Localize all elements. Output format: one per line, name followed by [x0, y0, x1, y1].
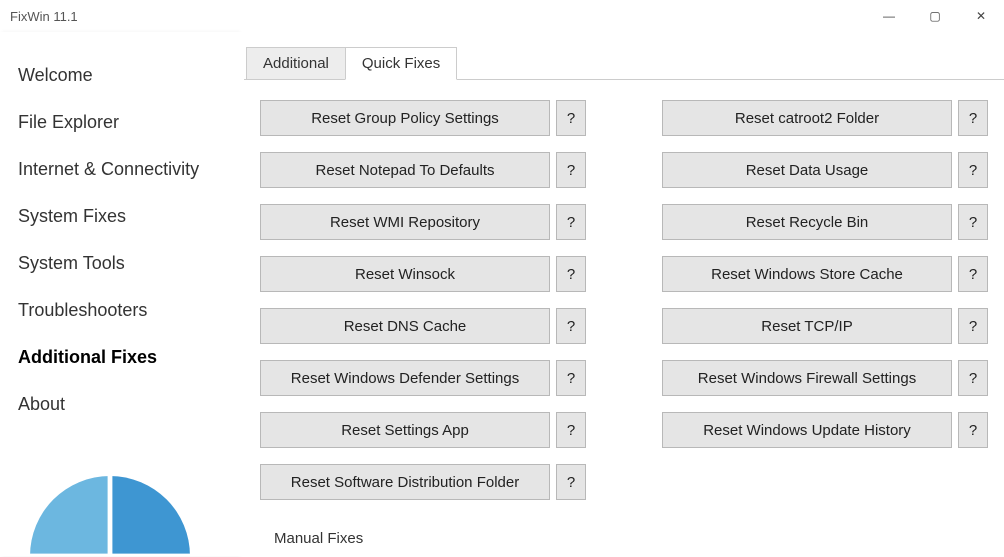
reset-windows-update-history-button[interactable]: Reset Windows Update History [662, 412, 952, 448]
reset-windows-firewall-settings-button[interactable]: Reset Windows Firewall Settings [662, 360, 952, 396]
help-data-usage-button[interactable]: ? [958, 152, 988, 188]
tab-quick-fixes[interactable]: Quick Fixes [345, 47, 457, 80]
reset-wmi-repository-button[interactable]: Reset WMI Repository [260, 204, 550, 240]
content: Welcome File Explorer Internet & Connect… [0, 32, 1004, 556]
fixes-grid: Reset Group Policy Settings ? Reset catr… [260, 100, 988, 500]
reset-data-usage-button[interactable]: Reset Data Usage [662, 152, 952, 188]
sidebar-item-system-fixes[interactable]: System Fixes [0, 193, 238, 240]
help-firewall-button[interactable]: ? [958, 360, 988, 396]
sidebar-item-additional-fixes[interactable]: Additional Fixes [0, 334, 238, 381]
help-catroot2-button[interactable]: ? [958, 100, 988, 136]
window-controls: — ▢ ✕ [866, 0, 1004, 32]
sidebar-item-file-explorer[interactable]: File Explorer [0, 99, 238, 146]
reset-windows-defender-settings-button[interactable]: Reset Windows Defender Settings [260, 360, 550, 396]
help-group-policy-button[interactable]: ? [556, 100, 586, 136]
titlebar: FixWin 11.1 — ▢ ✕ [0, 0, 1004, 32]
help-update-history-button[interactable]: ? [958, 412, 988, 448]
maximize-button[interactable]: ▢ [912, 0, 958, 32]
reset-notepad-defaults-button[interactable]: Reset Notepad To Defaults [260, 152, 550, 188]
sidebar-item-welcome[interactable]: Welcome [0, 52, 238, 99]
reset-winsock-button[interactable]: Reset Winsock [260, 256, 550, 292]
window-title: FixWin 11.1 [10, 9, 78, 24]
help-settings-app-button[interactable]: ? [556, 412, 586, 448]
tab-body-quick-fixes: Reset Group Policy Settings ? Reset catr… [244, 79, 1004, 557]
reset-dns-cache-button[interactable]: Reset DNS Cache [260, 308, 550, 344]
reset-tcpip-button[interactable]: Reset TCP/IP [662, 308, 952, 344]
tabs: Additional Quick Fixes [244, 44, 1004, 80]
tab-additional[interactable]: Additional [246, 47, 346, 80]
sidebar-pie-chart [0, 466, 238, 556]
sidebar-item-about[interactable]: About [0, 381, 238, 428]
help-winsock-button[interactable]: ? [556, 256, 586, 292]
help-recycle-bin-button[interactable]: ? [958, 204, 988, 240]
reset-catroot2-folder-button[interactable]: Reset catroot2 Folder [662, 100, 952, 136]
sidebar: Welcome File Explorer Internet & Connect… [0, 32, 238, 556]
help-notepad-button[interactable]: ? [556, 152, 586, 188]
reset-group-policy-settings-button[interactable]: Reset Group Policy Settings [260, 100, 550, 136]
main-panel: Additional Quick Fixes Reset Group Polic… [238, 32, 1004, 556]
reset-windows-store-cache-button[interactable]: Reset Windows Store Cache [662, 256, 952, 292]
help-tcpip-button[interactable]: ? [958, 308, 988, 344]
help-software-distribution-button[interactable]: ? [556, 464, 586, 500]
help-dns-cache-button[interactable]: ? [556, 308, 586, 344]
reset-recycle-bin-button[interactable]: Reset Recycle Bin [662, 204, 952, 240]
close-button[interactable]: ✕ [958, 0, 1004, 32]
sidebar-item-internet-connectivity[interactable]: Internet & Connectivity [0, 146, 238, 193]
pie-icon [30, 476, 190, 556]
reset-software-distribution-folder-button[interactable]: Reset Software Distribution Folder [260, 464, 550, 500]
help-store-cache-button[interactable]: ? [958, 256, 988, 292]
sidebar-item-system-tools[interactable]: System Tools [0, 240, 238, 287]
minimize-button[interactable]: — [866, 0, 912, 32]
help-wmi-button[interactable]: ? [556, 204, 586, 240]
sidebar-item-troubleshooters[interactable]: Troubleshooters [0, 287, 238, 334]
help-defender-button[interactable]: ? [556, 360, 586, 396]
manual-fixes-heading: Manual Fixes [260, 530, 988, 547]
reset-settings-app-button[interactable]: Reset Settings App [260, 412, 550, 448]
